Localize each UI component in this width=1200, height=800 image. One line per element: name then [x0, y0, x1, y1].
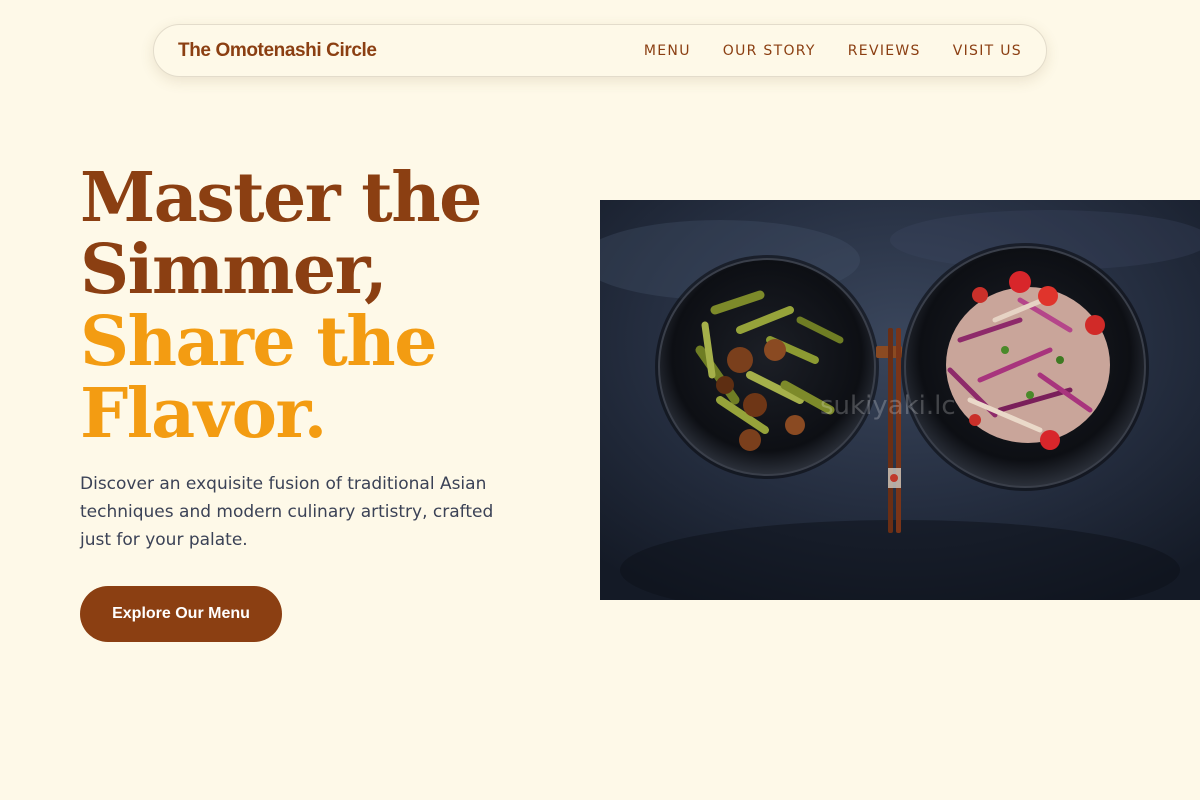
- image-watermark-text: sukiyaki.lc: [820, 391, 956, 421]
- hero-food-image: sukiyaki.lc: [600, 200, 1200, 600]
- hero-title-line-2: Simmer,: [80, 230, 388, 310]
- hero-title-line-1: Master the: [80, 158, 482, 238]
- hero-title-line-3: Share the: [80, 302, 437, 382]
- nav-link-our-story[interactable]: OUR STORY: [723, 43, 816, 59]
- brand-logo-link[interactable]: The Omotenashi Circle: [178, 40, 377, 62]
- page: The Omotenashi Circle MENU OUR STORY REV…: [0, 0, 1200, 800]
- hero-title: Master the Simmer, Share the Flavor.: [80, 162, 520, 450]
- nav-link-reviews[interactable]: REVIEWS: [848, 43, 921, 59]
- nav-link-visit-us[interactable]: VISIT US: [953, 43, 1022, 59]
- stir-fry-bowl: [655, 255, 879, 479]
- hero-title-line-4: Flavor.: [80, 374, 327, 454]
- hero-description: Discover an exquisite fusion of traditio…: [80, 474, 494, 550]
- nav-links: MENU OUR STORY REVIEWS VISIT US: [612, 43, 1022, 59]
- explore-menu-button[interactable]: Explore Our Menu: [80, 586, 282, 642]
- salad-bowl: [901, 243, 1149, 491]
- top-navbar: The Omotenashi Circle MENU OUR STORY REV…: [153, 24, 1047, 77]
- nav-link-menu[interactable]: MENU: [644, 43, 691, 59]
